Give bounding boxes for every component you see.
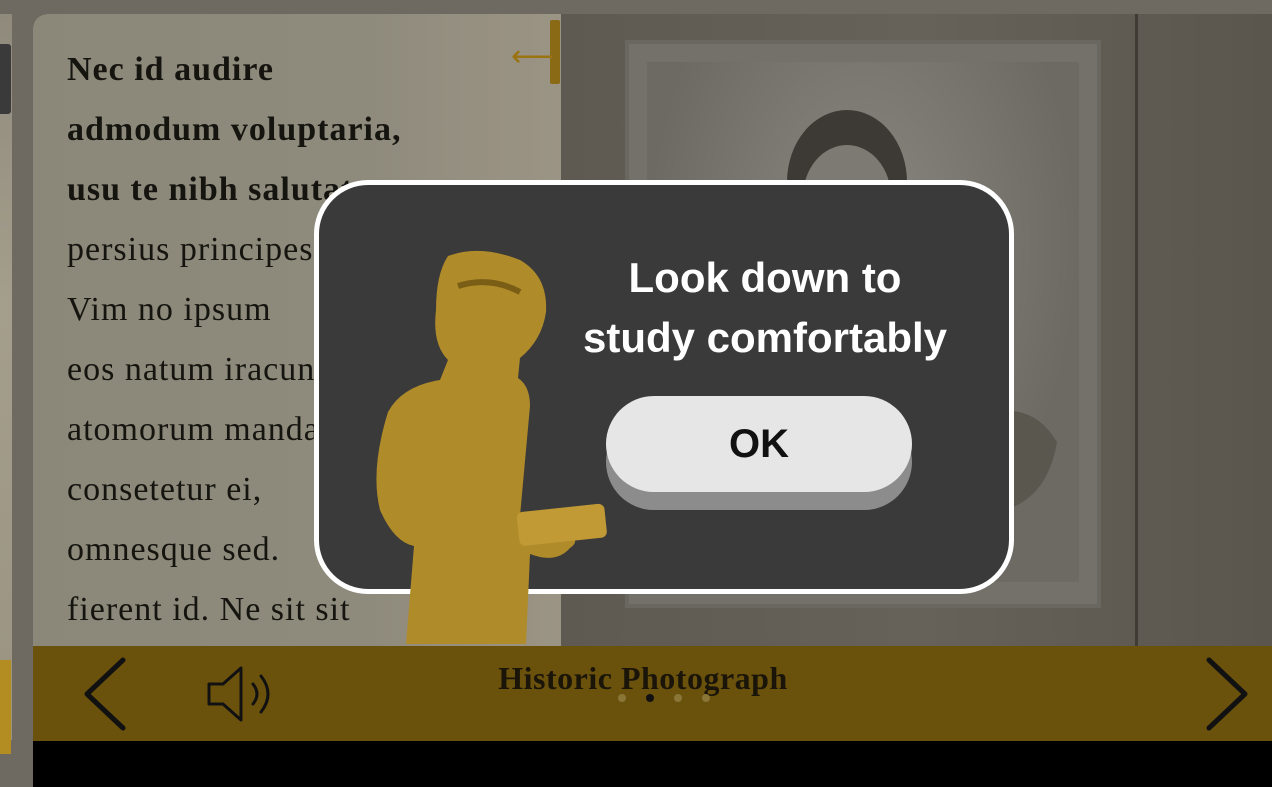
page-dot[interactable] bbox=[646, 694, 654, 702]
bottom-black-strip bbox=[33, 741, 1272, 787]
edge-tab[interactable] bbox=[0, 44, 11, 114]
ok-button[interactable]: OK bbox=[606, 396, 912, 492]
left-edge-strip bbox=[0, 14, 12, 754]
arrow-left-icon[interactable]: ⟵ bbox=[511, 42, 554, 72]
page-fold bbox=[1135, 14, 1138, 646]
speaker-icon[interactable] bbox=[203, 664, 293, 724]
chevron-right-icon[interactable] bbox=[1193, 654, 1253, 734]
text-line: Nec id audire bbox=[67, 51, 274, 88]
edge-gold-strip bbox=[0, 660, 11, 754]
text-line: admodum voluptaria, bbox=[67, 111, 402, 148]
page-dot[interactable] bbox=[674, 694, 682, 702]
item-title: Historic Photograph bbox=[498, 660, 788, 696]
dialog-title: Look down to study comfortably bbox=[582, 254, 948, 361]
chevron-left-icon[interactable] bbox=[73, 654, 133, 734]
bottom-nav-bar: Historic Photograph bbox=[33, 646, 1272, 741]
page-dot[interactable] bbox=[618, 694, 626, 702]
page-dot[interactable] bbox=[702, 694, 710, 702]
